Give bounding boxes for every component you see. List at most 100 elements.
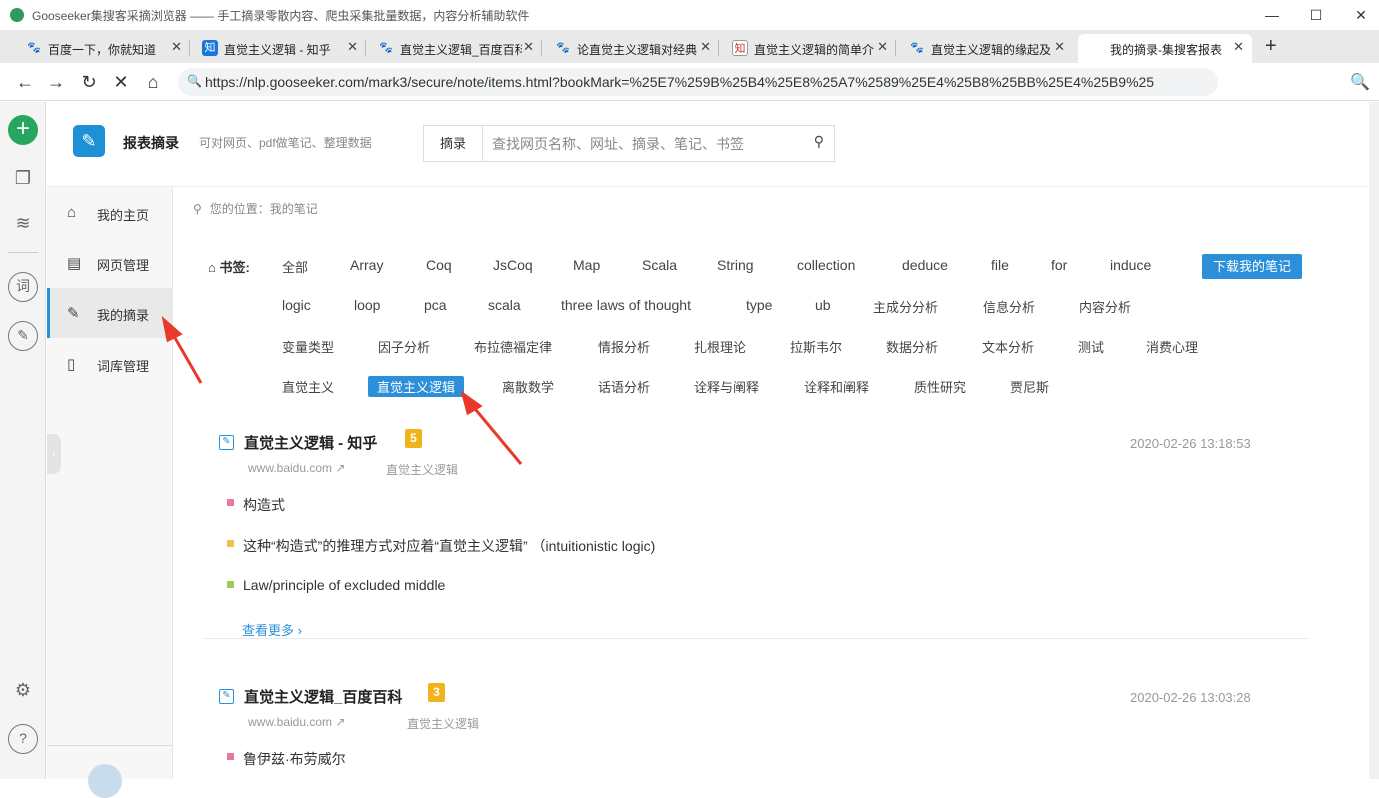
close-tab-icon[interactable]: ✕ <box>347 39 358 55</box>
tag-item[interactable]: ub <box>815 297 831 313</box>
close-tab-icon[interactable]: ✕ <box>1054 39 1065 55</box>
close-tab-icon[interactable]: ✕ <box>1233 39 1244 55</box>
note-tag[interactable]: 直觉主义逻辑 <box>386 461 458 478</box>
tag-item[interactable]: 贾尼斯 <box>1010 377 1049 396</box>
tag-item[interactable]: 诠释和阐释 <box>804 377 869 396</box>
back-icon[interactable]: ← <box>14 71 36 93</box>
tag-item[interactable]: Map <box>573 257 600 273</box>
tag-item[interactable]: induce <box>1110 257 1151 273</box>
collapse-sidebar-icon[interactable]: › <box>47 434 61 474</box>
minimize-button[interactable]: — <box>1257 4 1287 26</box>
pen-icon[interactable]: ✎ <box>8 321 38 351</box>
tag-item[interactable]: 变量类型 <box>282 337 334 356</box>
nav-item-excerpts[interactable]: ✎ 我的摘录 <box>47 288 173 338</box>
reload-icon[interactable]: ↻ <box>78 71 100 93</box>
search-category-select[interactable]: 摘录 <box>424 126 483 161</box>
browser-tab[interactable]: 知 直觉主义逻辑 - 知乎 ✕ <box>196 34 366 63</box>
close-tab-icon[interactable]: ✕ <box>700 39 711 55</box>
maximize-button[interactable]: ☐ <box>1301 4 1331 26</box>
browser-tab[interactable]: 🐾 直觉主义逻辑_百度百科 ✕ <box>372 34 542 63</box>
settings-icon[interactable]: ⚙ <box>8 675 38 705</box>
baidu-paw-icon: 🐾 <box>27 42 41 54</box>
tag-item[interactable]: 文本分析 <box>982 337 1034 356</box>
tag-item[interactable]: 扎根理论 <box>694 337 746 356</box>
search-icon[interactable]: ⚲ <box>814 133 824 150</box>
tag-item[interactable]: 消费心理 <box>1146 337 1198 356</box>
tag-item[interactable]: pca <box>424 297 447 313</box>
tag-item[interactable]: 情报分析 <box>598 337 650 356</box>
note-title[interactable]: 直觉主义逻辑_百度百科 <box>244 686 402 707</box>
tag-item[interactable]: logic <box>282 297 311 313</box>
scrollbar[interactable] <box>1369 102 1379 779</box>
note-source-link[interactable]: www.baidu.com ↗ <box>248 461 345 475</box>
view-more-link[interactable]: 查看更多 › <box>242 620 302 639</box>
nav-label: 我的摘录 <box>97 308 150 323</box>
browser-tab[interactable]: 知 直觉主义逻辑的简单介 ✕ <box>726 34 896 63</box>
zoom-search-icon[interactable]: 🔍 <box>1350 72 1370 92</box>
tag-item[interactable]: 因子分析 <box>378 337 430 356</box>
tag-icon: ⌂ <box>208 260 216 275</box>
browser-tab[interactable]: 🐾 百度一下，你就知道 ✕ <box>20 34 190 63</box>
pages-icon[interactable]: ❐ <box>8 163 38 193</box>
tag-item[interactable]: scala <box>488 297 521 313</box>
tag-item[interactable]: JsCoq <box>493 257 533 273</box>
close-tab-icon[interactable]: ✕ <box>171 39 182 55</box>
tag-item[interactable]: 主成分分析 <box>873 297 938 316</box>
database-icon[interactable]: ≋ <box>8 208 38 238</box>
tag-item[interactable]: loop <box>354 297 380 313</box>
excerpt-item[interactable]: 这种“构造式”的推理方式对应着“直觉主义逻辑” （intuitionistic … <box>243 536 655 556</box>
note-title[interactable]: 直觉主义逻辑 - 知乎 <box>244 432 377 453</box>
close-window-button[interactable]: ✕ <box>1346 4 1376 26</box>
tag-item[interactable]: file <box>991 257 1009 273</box>
tag-item[interactable]: Coq <box>426 257 452 273</box>
tag-item[interactable]: 布拉德福定律 <box>474 337 552 356</box>
close-tab-icon[interactable]: ✕ <box>523 39 534 55</box>
search-input[interactable] <box>492 134 792 154</box>
url-field[interactable]: 🔍 https://nlp.gooseeker.com/mark3/secure… <box>178 68 1218 96</box>
tag-item[interactable]: 信息分析 <box>983 297 1035 316</box>
tag-item[interactable]: Array <box>350 257 383 273</box>
stop-icon[interactable]: ✕ <box>110 71 132 93</box>
browser-tab-active[interactable]: 我的摘录-集搜客报表 ✕ <box>1078 34 1252 63</box>
tag-item[interactable]: 测试 <box>1078 337 1104 356</box>
dictionary-icon[interactable]: 词 <box>8 272 38 302</box>
browser-tab[interactable]: 🐾 直觉主义逻辑的缘起及 ✕ <box>903 34 1073 63</box>
tag-item[interactable]: collection <box>797 257 855 273</box>
new-tab-button[interactable]: + <box>1265 35 1277 58</box>
tag-item[interactable]: 内容分析 <box>1079 297 1131 316</box>
download-notes-button[interactable]: 下载我的笔记 <box>1202 254 1302 279</box>
browser-tab[interactable]: 🐾 论直觉主义逻辑对经典 ✕ <box>549 34 719 63</box>
avatar[interactable] <box>88 764 122 798</box>
nav-item-lexicon[interactable]: ▯ 词库管理 <box>47 339 173 389</box>
tag-item[interactable]: 拉斯韦尔 <box>790 337 842 356</box>
note-source-link[interactable]: www.baidu.com ↗ <box>248 715 345 729</box>
tag-item[interactable]: Scala <box>642 257 677 273</box>
tag-item[interactable]: 质性研究 <box>914 377 966 396</box>
tag-item[interactable]: 离散数学 <box>502 377 554 396</box>
tag-item[interactable]: type <box>746 297 772 313</box>
tag-item[interactable]: deduce <box>902 257 948 273</box>
nav-item-pages[interactable]: ▤ 网页管理 <box>47 238 173 288</box>
tag-item[interactable]: 直觉主义 <box>282 377 334 396</box>
add-icon[interactable]: + <box>8 115 38 145</box>
excerpt-item[interactable]: 鲁伊兹·布劳威尔 <box>243 749 346 769</box>
tag-selected[interactable]: 直觉主义逻辑 <box>368 376 465 397</box>
tag-item[interactable]: String <box>717 257 754 273</box>
tag-item[interactable]: 全部 <box>282 257 308 276</box>
forward-icon[interactable]: → <box>45 71 67 93</box>
note-timestamp: 2020-02-26 13:18:53 <box>1130 436 1251 451</box>
note-tag[interactable]: 直觉主义逻辑 <box>407 715 479 732</box>
nav-item-home[interactable]: ⌂ 我的主页 <box>47 188 173 238</box>
nav-label: 词库管理 <box>97 359 150 374</box>
tag-item[interactable]: for <box>1051 257 1067 273</box>
help-icon[interactable]: ? <box>8 724 38 754</box>
close-tab-icon[interactable]: ✕ <box>877 39 888 55</box>
excerpt-item[interactable]: 构造式 <box>243 495 285 515</box>
tag-item[interactable]: 数据分析 <box>886 337 938 356</box>
tag-item[interactable]: 诠释与阐释 <box>694 377 759 396</box>
baidu-paw-icon: 🐾 <box>379 42 393 54</box>
excerpt-item[interactable]: Law/principle of excluded middle <box>243 577 445 593</box>
tag-item[interactable]: three laws of thought <box>561 297 691 313</box>
tag-item[interactable]: 话语分析 <box>598 377 650 396</box>
home-icon[interactable]: ⌂ <box>142 71 164 93</box>
